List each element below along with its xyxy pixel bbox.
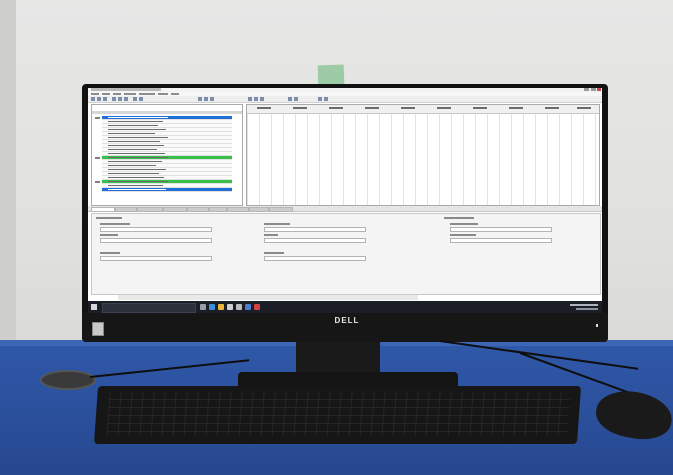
keyboard: [93, 386, 582, 444]
text-field[interactable]: [450, 238, 552, 243]
menu-item[interactable]: [113, 93, 121, 95]
close-icon[interactable]: [597, 88, 601, 91]
menu-item[interactable]: [91, 93, 99, 95]
field-label: [100, 223, 130, 225]
tree-toggle-icon[interactable]: [95, 157, 100, 159]
field-label: [444, 217, 474, 219]
edge-icon[interactable]: [209, 304, 215, 310]
monitor-stand: [296, 342, 380, 376]
tool-icon[interactable]: [318, 97, 322, 101]
field-label: [450, 223, 478, 225]
tool-icon[interactable]: [112, 97, 116, 101]
text-field[interactable]: [100, 238, 212, 243]
tool-icon[interactable]: [139, 97, 143, 101]
app-caption: [91, 88, 161, 91]
app-icon[interactable]: [245, 304, 251, 310]
menu-item[interactable]: [139, 93, 155, 95]
field-label: [264, 252, 284, 254]
tab[interactable]: [269, 207, 293, 212]
sticky-note: [317, 64, 345, 86]
tool-icon[interactable]: [248, 97, 252, 101]
tab[interactable]: [163, 207, 187, 212]
field-label: [100, 234, 118, 236]
text-field[interactable]: [264, 227, 366, 232]
tool-icon[interactable]: [324, 97, 328, 101]
tab[interactable]: [115, 207, 137, 212]
gantt-timescale: [247, 105, 599, 114]
screen: [88, 88, 602, 313]
tool-icon[interactable]: [260, 97, 264, 101]
tool-icon[interactable]: [97, 97, 101, 101]
brand-logo: DELL: [334, 316, 360, 325]
desk-grommet: [40, 370, 96, 390]
app-icon[interactable]: [254, 304, 260, 310]
text-field[interactable]: [100, 256, 212, 261]
tool-icon[interactable]: [294, 97, 298, 101]
tool-icon[interactable]: [254, 97, 258, 101]
text-field[interactable]: [100, 227, 212, 232]
tab[interactable]: [91, 207, 115, 212]
tab[interactable]: [249, 207, 269, 212]
tool-icon[interactable]: [118, 97, 122, 101]
tab[interactable]: [209, 207, 227, 212]
tab[interactable]: [227, 207, 249, 212]
detail-form: [91, 213, 601, 295]
gantt-chart-panel: [246, 104, 600, 206]
tool-icon[interactable]: [91, 97, 95, 101]
search-box[interactable]: [102, 303, 196, 313]
mail-icon[interactable]: [236, 304, 242, 310]
clock[interactable]: [570, 304, 598, 306]
text-field[interactable]: [264, 256, 366, 261]
window-frame: [0, 0, 16, 360]
tool-icon[interactable]: [288, 97, 292, 101]
folder-icon[interactable]: [218, 304, 224, 310]
text-field[interactable]: [450, 227, 552, 232]
field-label: [264, 223, 290, 225]
tab[interactable]: [187, 207, 209, 212]
tool-icon[interactable]: [198, 97, 202, 101]
detail-tabs: [88, 206, 602, 212]
toolbar: [88, 96, 602, 103]
tool-icon[interactable]: [210, 97, 214, 101]
tree-toggle-icon[interactable]: [95, 181, 100, 183]
sticker: [92, 322, 104, 336]
task-list-panel: [91, 104, 243, 206]
store-icon[interactable]: [227, 304, 233, 310]
minimize-icon[interactable]: [584, 88, 589, 91]
maximize-icon[interactable]: [591, 88, 596, 91]
tool-icon[interactable]: [124, 97, 128, 101]
start-icon[interactable]: [91, 304, 97, 310]
table-row[interactable]: [102, 188, 232, 192]
field-label: [96, 217, 122, 219]
menu-item[interactable]: [171, 93, 179, 95]
date[interactable]: [576, 308, 598, 310]
menu-item[interactable]: [158, 93, 168, 95]
task-grid-header: [92, 111, 242, 114]
tree-toggle-icon[interactable]: [95, 117, 100, 119]
field-label: [264, 234, 278, 236]
tab[interactable]: [137, 207, 163, 212]
tool-icon[interactable]: [133, 97, 137, 101]
text-field[interactable]: [264, 238, 366, 243]
power-led: [596, 324, 598, 327]
app-icon[interactable]: [200, 304, 206, 310]
tool-icon[interactable]: [103, 97, 107, 101]
status-strip: [118, 294, 418, 300]
tool-icon[interactable]: [204, 97, 208, 101]
menu-item[interactable]: [102, 93, 110, 95]
taskbar: [88, 301, 602, 313]
menu-item[interactable]: [124, 93, 136, 95]
field-label: [100, 252, 120, 254]
field-label: [450, 234, 476, 236]
